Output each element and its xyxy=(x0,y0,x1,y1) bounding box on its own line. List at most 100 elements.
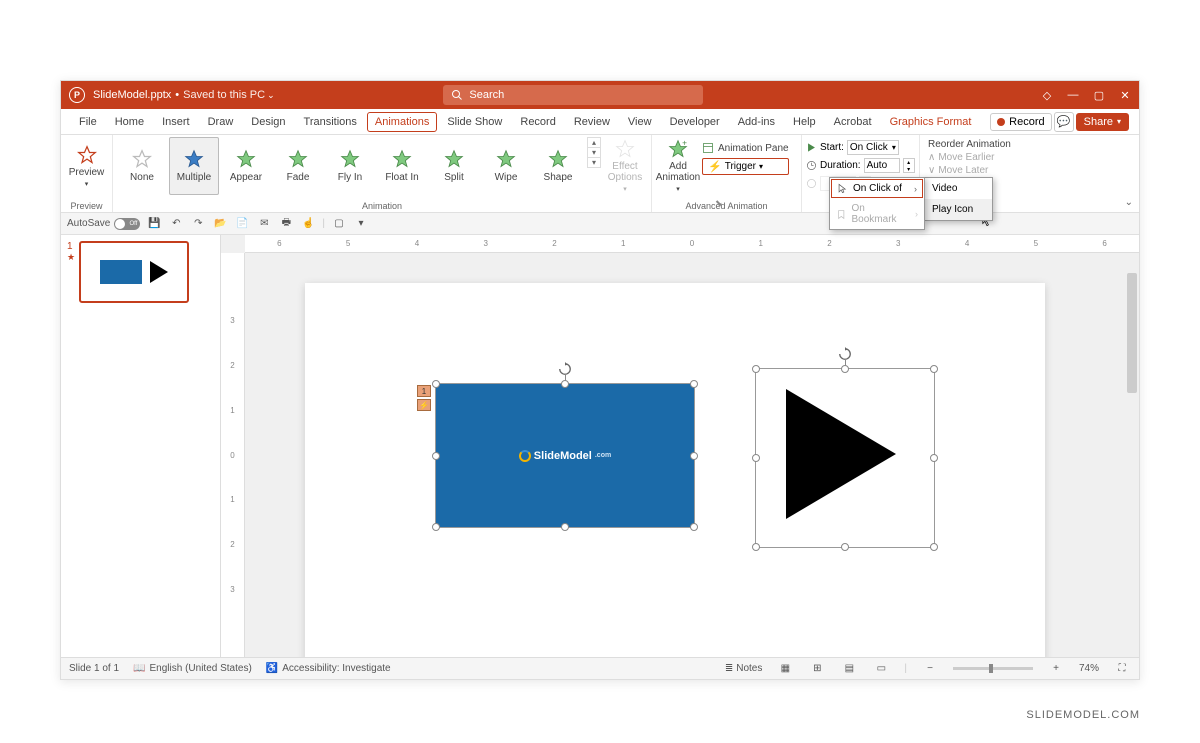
tab-acrobat[interactable]: Acrobat xyxy=(826,112,880,132)
editor-area: 1 ★ 6543210123456 3210123 xyxy=(61,235,1139,657)
tab-slideshow[interactable]: Slide Show xyxy=(439,112,510,132)
animation-gallery: None Multiple Appear Fade xyxy=(117,137,583,195)
qat-folder-icon[interactable]: 📂 xyxy=(212,216,228,232)
star-icon xyxy=(392,149,412,169)
preview-button[interactable]: Preview▾ xyxy=(65,137,108,195)
anim-badge-1[interactable]: 1 xyxy=(417,385,431,397)
search-box[interactable]: Search xyxy=(443,85,703,105)
star-icon xyxy=(548,149,568,169)
accessibility-status[interactable]: ♿Accessibility: Investigate xyxy=(266,663,391,674)
duration-spinner[interactable]: ▴▾ xyxy=(903,158,915,173)
slideshow-view-icon[interactable]: ▭ xyxy=(872,661,890,677)
star-icon xyxy=(77,145,97,165)
save-status: Saved to this PC xyxy=(183,89,265,101)
minimize-button[interactable]: — xyxy=(1067,89,1079,101)
zoom-in[interactable]: + xyxy=(1047,661,1065,677)
anim-floatin[interactable]: Float In xyxy=(377,137,427,195)
gallery-down[interactable]: ▾ xyxy=(588,147,600,157)
coming-soon-icon[interactable]: ◇ xyxy=(1041,89,1053,101)
trigger-button[interactable]: ⚡ Trigger ▾ xyxy=(702,158,789,175)
trigger-submenu: Video Play Icon xyxy=(923,177,993,221)
play-icon-shape[interactable] xyxy=(755,368,935,548)
trigger-menu: On Click of › On Bookmark › xyxy=(829,177,925,230)
move-earlier: ∧Move Earlier xyxy=(928,152,1012,163)
undo-button[interactable]: ↶ xyxy=(168,216,184,232)
redo-button[interactable]: ↷ xyxy=(190,216,206,232)
star-icon xyxy=(615,139,635,159)
qat-more-icon[interactable]: ▾ xyxy=(353,216,369,232)
move-later: ∨Move Later xyxy=(928,165,1012,176)
slide-thumbnail-1[interactable] xyxy=(79,241,189,303)
maximize-button[interactable]: ▢ xyxy=(1093,89,1105,101)
tab-view[interactable]: View xyxy=(620,112,660,132)
tab-review[interactable]: Review xyxy=(566,112,618,132)
tab-animations[interactable]: Animations xyxy=(367,112,437,132)
submenu-play-icon[interactable]: Play Icon xyxy=(924,199,992,220)
tab-graphics-format[interactable]: Graphics Format xyxy=(882,112,980,132)
qat-touch-icon[interactable]: ☝ xyxy=(300,216,316,232)
tab-transitions[interactable]: Transitions xyxy=(296,112,365,132)
fit-window-icon[interactable]: ⛶ xyxy=(1113,661,1131,677)
qat-slideshow-icon[interactable]: ▢ xyxy=(331,216,347,232)
video-content: SlideModel.com xyxy=(436,384,694,527)
tab-record[interactable]: Record xyxy=(512,112,563,132)
zoom-level[interactable]: 74% xyxy=(1079,663,1099,674)
tab-help[interactable]: Help xyxy=(785,112,824,132)
menu-on-click-of[interactable]: On Click of › xyxy=(831,179,923,198)
anim-multiple[interactable]: Multiple xyxy=(169,137,219,195)
slide-canvas[interactable]: SlideModel.com 1 ⚡ xyxy=(245,253,1139,657)
collapse-ribbon[interactable]: ⌄ xyxy=(1125,197,1133,208)
tab-insert[interactable]: Insert xyxy=(154,112,198,132)
gallery-more[interactable]: ▾ xyxy=(588,157,600,167)
tab-addins[interactable]: Add-ins xyxy=(730,112,783,132)
normal-view-icon[interactable]: ▦ xyxy=(776,661,794,677)
tab-design[interactable]: Design xyxy=(243,112,293,132)
duration-input[interactable]: Auto xyxy=(864,158,900,173)
zoom-out[interactable]: − xyxy=(921,661,939,677)
language-status[interactable]: 📖English (United States) xyxy=(133,663,252,674)
anim-wipe[interactable]: Wipe xyxy=(481,137,531,195)
comments-button[interactable]: 💬 xyxy=(1054,112,1074,132)
reorder-title: Reorder Animation xyxy=(928,139,1012,150)
star-icon xyxy=(340,149,360,169)
ribbon-tabs: File Home Insert Draw Design Transitions… xyxy=(61,109,1139,135)
anim-badge-2[interactable]: ⚡ xyxy=(417,399,431,411)
anim-shape[interactable]: Shape xyxy=(533,137,583,195)
animation-dialog-launcher[interactable]: ⬊ xyxy=(715,198,723,209)
reading-view-icon[interactable]: ▤ xyxy=(840,661,858,677)
qat-mail-icon[interactable]: ✉ xyxy=(256,216,272,232)
add-animation-button[interactable]: + Add Animation▾ xyxy=(656,137,700,195)
anim-split[interactable]: Split xyxy=(429,137,479,195)
zoom-slider[interactable] xyxy=(953,667,1033,670)
tab-file[interactable]: File xyxy=(71,112,105,132)
start-dropdown[interactable]: On Click▾ xyxy=(847,140,899,155)
submenu-video[interactable]: Video xyxy=(924,178,992,199)
video-shape[interactable]: SlideModel.com xyxy=(435,383,695,528)
notes-icon: ≣ xyxy=(725,663,733,674)
close-button[interactable]: ✕ xyxy=(1119,89,1131,101)
bookmark-icon xyxy=(836,209,847,220)
qat-print-icon[interactable]: 🖶 xyxy=(278,216,294,232)
save-icon[interactable]: 💾 xyxy=(146,216,162,232)
anim-flyin[interactable]: Fly In xyxy=(325,137,375,195)
autosave-toggle[interactable]: AutoSave Off xyxy=(67,218,140,230)
watermark: SLIDEMODEL.COM xyxy=(1026,709,1140,721)
animation-pane-button[interactable]: Animation Pane xyxy=(702,139,789,157)
star-icon xyxy=(132,149,152,169)
notes-button[interactable]: ≣Notes xyxy=(725,663,763,674)
record-button[interactable]: Record xyxy=(990,113,1051,131)
anim-appear[interactable]: Appear xyxy=(221,137,271,195)
title-dropdown-icon[interactable]: ⌄ xyxy=(267,90,275,101)
anim-none[interactable]: None xyxy=(117,137,167,195)
tab-draw[interactable]: Draw xyxy=(200,112,242,132)
person-icon: ♿ xyxy=(266,663,278,674)
share-button[interactable]: Share▾ xyxy=(1076,113,1129,131)
sorter-view-icon[interactable]: ⊞ xyxy=(808,661,826,677)
vertical-scrollbar[interactable] xyxy=(1125,253,1139,657)
gallery-up[interactable]: ▴ xyxy=(588,138,600,147)
anim-fade[interactable]: Fade xyxy=(273,137,323,195)
tab-developer[interactable]: Developer xyxy=(662,112,728,132)
tab-home[interactable]: Home xyxy=(107,112,152,132)
canvas-area: 6543210123456 3210123 SlideModel.com xyxy=(221,235,1139,657)
qat-new-icon[interactable]: 📄 xyxy=(234,216,250,232)
